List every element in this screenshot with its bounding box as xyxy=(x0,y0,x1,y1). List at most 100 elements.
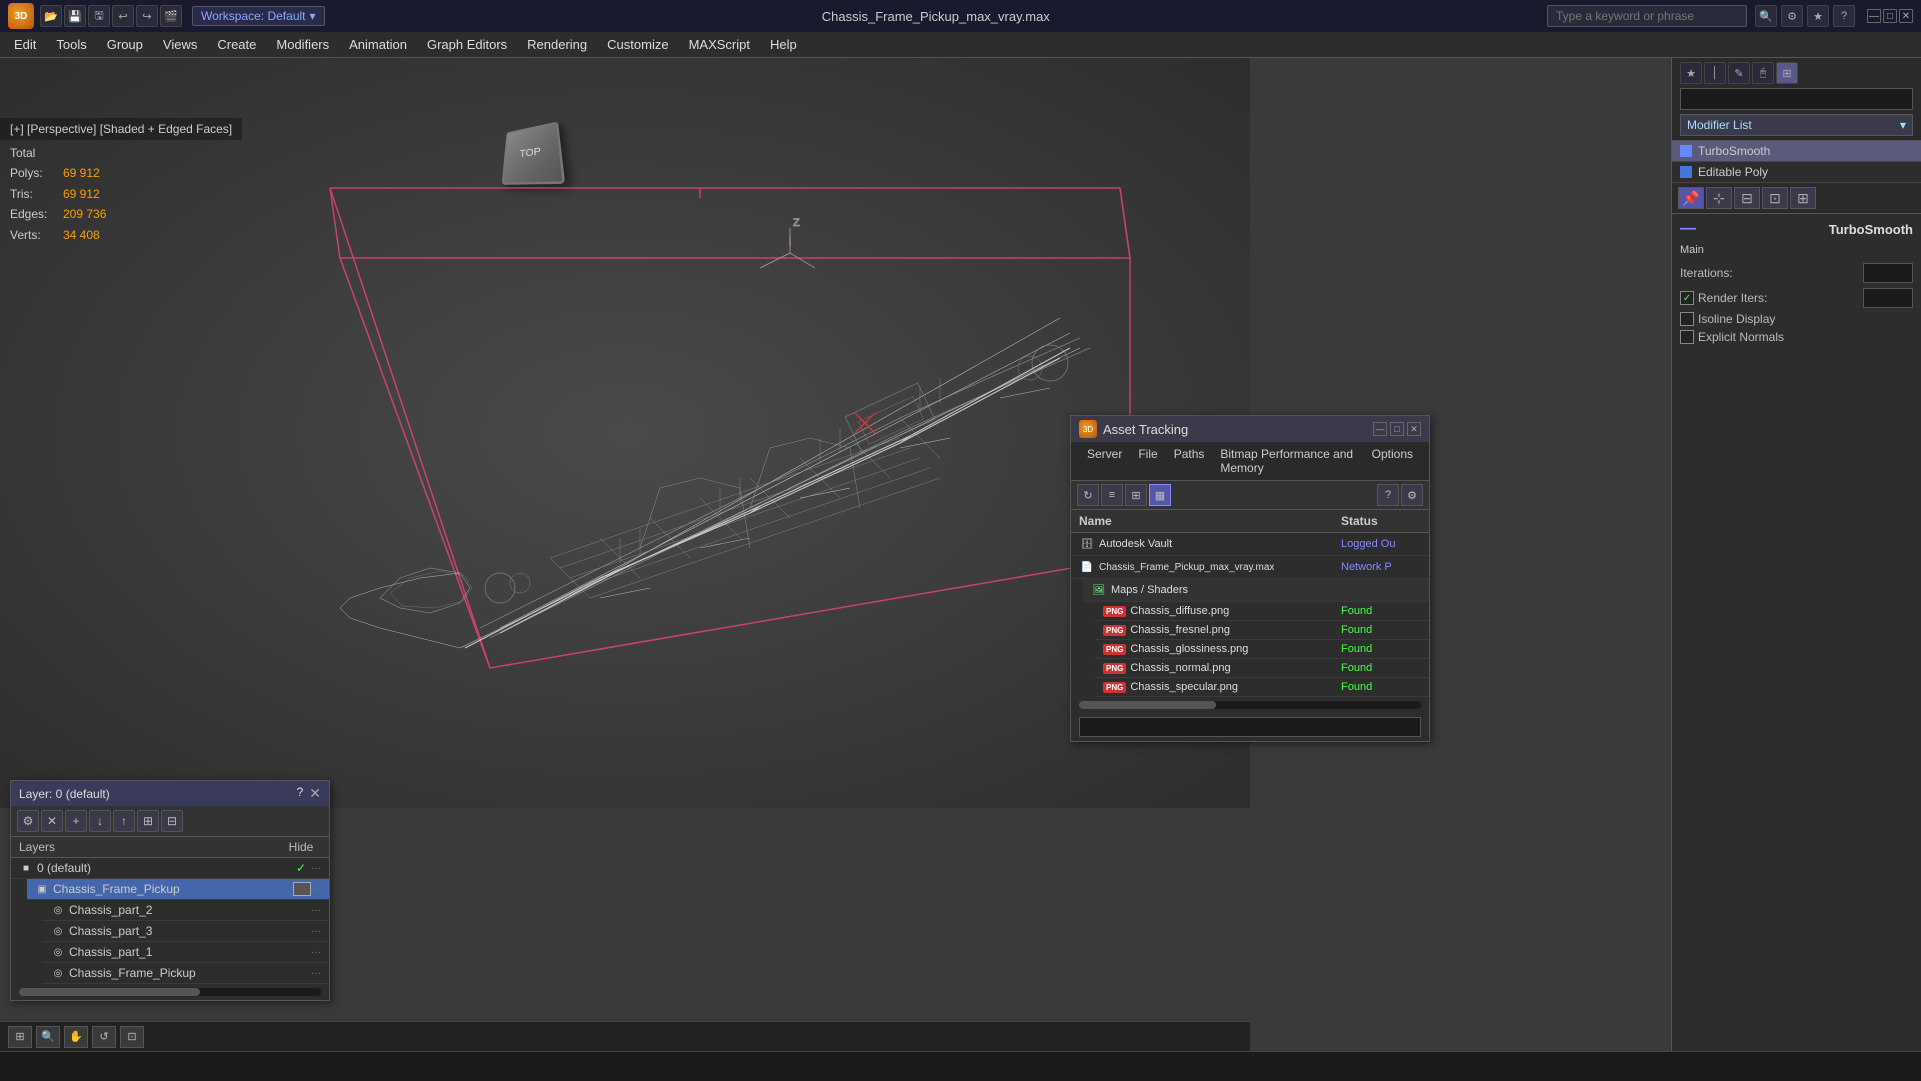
asset-close-btn[interactable]: ✕ xyxy=(1407,422,1421,436)
mod-tab-border[interactable]: ⊡ xyxy=(1762,187,1788,209)
menu-modifiers[interactable]: Modifiers xyxy=(266,34,339,55)
asset-tb-settings[interactable]: ⚙ xyxy=(1401,484,1423,506)
layers-settings-btn[interactable]: ⚙ xyxy=(17,810,39,832)
close-button[interactable]: ✕ xyxy=(1899,9,1913,23)
menu-maxscript[interactable]: MAXScript xyxy=(679,34,760,55)
asset-row-maxfile[interactable]: 📄 Chassis_Frame_Pickup_max_vray.max Netw… xyxy=(1071,556,1429,579)
layers-delete-btn[interactable]: ✕ xyxy=(41,810,63,832)
modifier-turbosmooth[interactable]: TurboSmooth xyxy=(1672,141,1921,162)
menu-rendering[interactable]: Rendering xyxy=(517,34,597,55)
menu-animation[interactable]: Animation xyxy=(339,34,417,55)
minimize-button[interactable]: — xyxy=(1867,9,1881,23)
layer-item-chassis-frame[interactable]: ▣ Chassis_Frame_Pickup ··· xyxy=(27,879,329,900)
layers-help-btn[interactable]: ? xyxy=(297,785,304,802)
menu-help[interactable]: Help xyxy=(760,34,807,55)
asset-row-vault[interactable]: 🗄 Autodesk Vault Logged Ou xyxy=(1071,533,1429,556)
modifier-editablepoly[interactable]: Editable Poly xyxy=(1672,162,1921,183)
asset-menu-server[interactable]: Server xyxy=(1079,445,1130,477)
layers-scrollbar[interactable] xyxy=(19,988,321,996)
asset-tb-help[interactable]: ? xyxy=(1377,484,1399,506)
mod-tab-poly[interactable]: ⊞ xyxy=(1790,187,1816,209)
save-as-icon[interactable]: 🖫 xyxy=(88,5,110,27)
vp-zoom[interactable]: 🔍 xyxy=(36,1026,60,1048)
asset-row-normal[interactable]: PNG Chassis_normal.png Found xyxy=(1095,659,1429,678)
layers-panel-titlebar[interactable]: Layer: 0 (default) ? ✕ xyxy=(11,781,329,806)
star-icon[interactable]: ★ xyxy=(1807,5,1829,27)
layer-visibility-box-1[interactable] xyxy=(293,882,311,896)
render-iters-checkbox[interactable]: ✓ xyxy=(1680,291,1694,305)
vp-maximize[interactable]: ⊡ xyxy=(120,1026,144,1048)
menu-group[interactable]: Group xyxy=(97,34,153,55)
object-name-input[interactable]: Chassis_part_1 xyxy=(1680,88,1913,110)
layer-item-part-2[interactable]: ◎ Chassis_part_2 ··· xyxy=(43,900,329,921)
rp-icon-3[interactable]: ✎ xyxy=(1728,62,1750,84)
layers-move-down-btn[interactable]: ↓ xyxy=(89,810,111,832)
asset-tb-refresh[interactable]: ↻ xyxy=(1077,484,1099,506)
turbosmooth-minus[interactable]: — xyxy=(1680,220,1696,238)
undo-icon[interactable]: ↩ xyxy=(112,5,134,27)
asset-tb-view[interactable]: ⊞ xyxy=(1125,484,1147,506)
layers-collapse-btn[interactable]: ⊟ xyxy=(161,810,183,832)
layers-add-btn[interactable]: + xyxy=(65,810,87,832)
iterations-input[interactable]: 0 xyxy=(1863,263,1913,283)
layer-icon-0: ■ xyxy=(19,861,33,875)
rp-icon-5[interactable]: ⊞ xyxy=(1776,62,1798,84)
asset-tb-list[interactable]: ≡ xyxy=(1101,484,1123,506)
rp-icon-4[interactable]: 🖰 xyxy=(1752,62,1774,84)
asset-scrollbar[interactable] xyxy=(1079,701,1421,709)
scene-icon[interactable]: 🎬 xyxy=(160,5,182,27)
menu-edit[interactable]: Edit xyxy=(4,34,46,55)
layers-close-btn[interactable]: ✕ xyxy=(309,785,321,802)
explicit-normals-checkbox[interactable] xyxy=(1680,330,1694,344)
mod-tab-vertex[interactable]: ⊹ xyxy=(1706,187,1732,209)
layer-item-part-1[interactable]: ◎ Chassis_part_1 ··· xyxy=(43,942,329,963)
menu-graph-editors[interactable]: Graph Editors xyxy=(417,34,517,55)
search-icon[interactable]: 🔍 xyxy=(1755,5,1777,27)
asset-search-input[interactable] xyxy=(1079,717,1421,737)
modifier-list-dropdown[interactable]: Modifier List ▾ xyxy=(1680,114,1913,136)
vp-pan[interactable]: ✋ xyxy=(64,1026,88,1048)
asset-tb-grid[interactable]: ▦ xyxy=(1149,484,1171,506)
rp-icon-2[interactable]: │ xyxy=(1704,62,1726,84)
menu-tools[interactable]: Tools xyxy=(46,34,96,55)
svg-text:Z: Z xyxy=(793,217,800,229)
asset-row-glossiness[interactable]: PNG Chassis_glossiness.png Found xyxy=(1095,640,1429,659)
asset-menu-bitmap[interactable]: Bitmap Performance and Memory xyxy=(1212,445,1363,477)
search-input[interactable] xyxy=(1547,5,1747,27)
layer-item-part-3[interactable]: ◎ Chassis_part_3 ··· xyxy=(43,921,329,942)
viewport[interactable]: [+] [Perspective] [Shaded + Edged Faces]… xyxy=(0,58,1250,808)
open-file-icon[interactable]: 📂 xyxy=(40,5,62,27)
layer-item-chassis-frame-2[interactable]: ◎ Chassis_Frame_Pickup ··· xyxy=(43,963,329,984)
asset-row-diffuse[interactable]: PNG Chassis_diffuse.png Found xyxy=(1095,602,1429,621)
asset-row-fresnel[interactable]: PNG Chassis_fresnel.png Found xyxy=(1095,621,1429,640)
asset-menu-paths[interactable]: Paths xyxy=(1166,445,1213,477)
workspace-dropdown[interactable]: Workspace: Default ▾ xyxy=(192,6,325,26)
settings-icon[interactable]: ⚙ xyxy=(1781,5,1803,27)
png-badge-diffuse: PNG xyxy=(1103,606,1126,617)
vp-zoom-extents[interactable]: ⊞ xyxy=(8,1026,32,1048)
render-iters-input[interactable]: 2 xyxy=(1863,288,1913,308)
asset-panel-titlebar[interactable]: 3D Asset Tracking — □ ✕ xyxy=(1071,416,1429,442)
asset-maximize-btn[interactable]: □ xyxy=(1390,422,1404,436)
maximize-button[interactable]: □ xyxy=(1883,9,1897,23)
vp-orbit[interactable]: ↺ xyxy=(92,1026,116,1048)
layers-expand-btn[interactable]: ⊞ xyxy=(137,810,159,832)
layer-dots-5: ··· xyxy=(311,968,321,979)
menu-customize[interactable]: Customize xyxy=(597,34,678,55)
asset-row-maps[interactable]: 🖼 Maps / Shaders xyxy=(1083,579,1429,602)
menu-create[interactable]: Create xyxy=(207,34,266,55)
layers-move-up-btn[interactable]: ↑ xyxy=(113,810,135,832)
help-icon[interactable]: ? xyxy=(1833,5,1855,27)
rp-icon-1[interactable]: ★ xyxy=(1680,62,1702,84)
asset-menu-options[interactable]: Options xyxy=(1364,445,1421,477)
asset-menu-file[interactable]: File xyxy=(1130,445,1165,477)
isoline-checkbox[interactable] xyxy=(1680,312,1694,326)
asset-row-specular[interactable]: PNG Chassis_specular.png Found xyxy=(1095,678,1429,697)
mod-tab-pin[interactable]: 📌 xyxy=(1678,187,1704,209)
redo-icon[interactable]: ↪ xyxy=(136,5,158,27)
save-file-icon[interactable]: 💾 xyxy=(64,5,86,27)
asset-minimize-btn[interactable]: — xyxy=(1373,422,1387,436)
layer-item-default[interactable]: ■ 0 (default) ✓ ··· xyxy=(11,858,329,879)
menu-views[interactable]: Views xyxy=(153,34,207,55)
mod-tab-edge[interactable]: ⊟ xyxy=(1734,187,1760,209)
